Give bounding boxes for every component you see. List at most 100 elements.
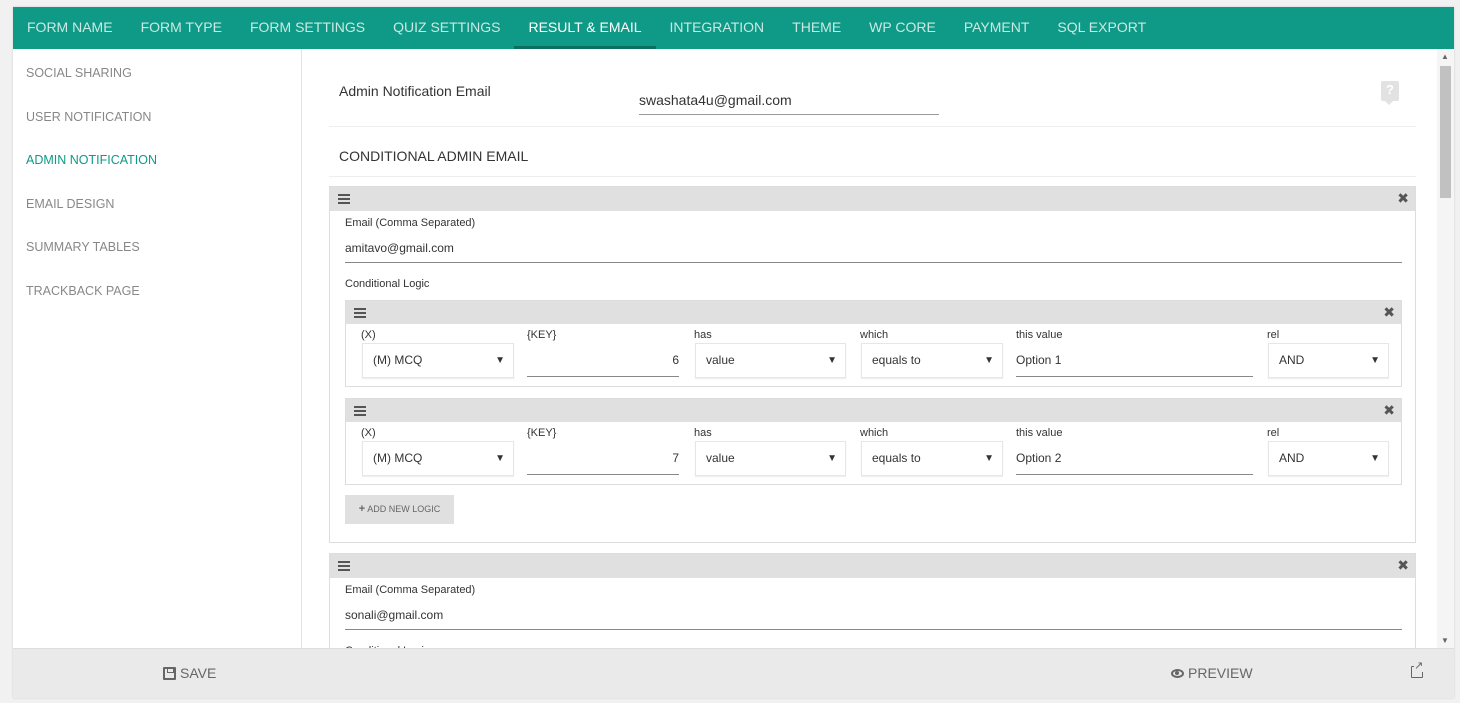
close-icon[interactable]: ✖ xyxy=(1397,190,1409,206)
has-select-value: value xyxy=(706,451,735,465)
rel-select-value: AND xyxy=(1279,353,1305,367)
admin-email-row: Admin Notification Email ? xyxy=(329,49,1416,127)
chevron-down-icon: ▼ xyxy=(827,355,837,366)
tab-payment[interactable]: PAYMENT xyxy=(950,7,1044,49)
tab-sql-export[interactable]: SQL EXPORT xyxy=(1043,7,1160,49)
rel-label: rel xyxy=(1267,427,1280,439)
chevron-down-icon: ▼ xyxy=(495,355,505,366)
sidebar-item-admin-notification[interactable]: ADMIN NOTIFICATION xyxy=(13,136,301,180)
scroll-down-icon[interactable]: ▼ xyxy=(1441,636,1449,645)
value-label: this value xyxy=(1016,427,1063,439)
admin-email-label: Admin Notification Email xyxy=(339,83,491,99)
help-icon[interactable]: ? xyxy=(1381,81,1399,105)
logic-row: ✖ (X) (M) MCQ ▼ {KEY} has value ▼ which eq… xyxy=(345,300,1402,387)
logic-header: ✖ xyxy=(346,301,1401,324)
logic-fields: (X) (M) MCQ ▼ {KEY} has value ▼ which equa… xyxy=(346,422,1403,484)
scrollbar-thumb[interactable] xyxy=(1440,66,1451,198)
has-select[interactable]: value ▼ xyxy=(695,441,846,476)
conditional-email-input[interactable] xyxy=(345,233,1402,263)
has-select-value: value xyxy=(706,353,735,367)
conditional-title: CONDITIONAL ADMIN EMAIL xyxy=(339,148,529,164)
conditional-email-input[interactable] xyxy=(345,600,1402,630)
scroll-up-icon[interactable]: ▲ xyxy=(1441,52,1449,61)
preview-button[interactable]: PREVIEW xyxy=(1171,665,1253,681)
close-icon[interactable]: ✖ xyxy=(1397,557,1409,573)
rel-select[interactable]: AND ▼ xyxy=(1268,441,1389,476)
external-link-icon[interactable] xyxy=(1411,661,1424,678)
scrollbar[interactable]: ▲ ▼ xyxy=(1437,49,1454,648)
has-select[interactable]: value ▼ xyxy=(695,343,846,378)
tab-form-name[interactable]: FORM NAME xyxy=(13,7,127,49)
footer-toolbar: SAVE PREVIEW xyxy=(13,648,1454,698)
which-select[interactable]: equals to ▼ xyxy=(861,343,1003,378)
drag-handle-icon[interactable] xyxy=(338,194,350,204)
tab-result-email[interactable]: RESULT & EMAIL xyxy=(514,7,656,49)
save-button[interactable]: SAVE xyxy=(163,665,216,681)
sidebar-item-email-design[interactable]: EMAIL DESIGN xyxy=(13,180,301,224)
drag-handle-icon[interactable] xyxy=(338,561,350,571)
tab-form-type[interactable]: FORM TYPE xyxy=(127,7,236,49)
admin-email-input[interactable] xyxy=(639,83,939,115)
x-select-value: (M) MCQ xyxy=(373,353,423,367)
sidebar-item-summary-tables[interactable]: SUMMARY TABLES xyxy=(13,223,301,267)
chevron-down-icon: ▼ xyxy=(1370,453,1380,464)
sidebar-item-trackback-page[interactable]: TRACKBACK PAGE xyxy=(13,267,301,311)
tab-quiz-settings[interactable]: QUIZ SETTINGS xyxy=(379,7,514,49)
preview-label: PREVIEW xyxy=(1188,665,1253,681)
x-select[interactable]: (M) MCQ ▼ xyxy=(362,441,514,476)
tab-form-settings[interactable]: FORM SETTINGS xyxy=(236,7,379,49)
which-label: which xyxy=(860,329,889,341)
app-window: FORM NAME FORM TYPE FORM SETTINGS QUIZ S… xyxy=(13,7,1454,698)
conditional-logic-label: Conditional Logic xyxy=(345,278,430,290)
conditional-email-block: ✖ Email (Comma Separated) Conditional Lo… xyxy=(329,186,1416,543)
add-new-logic-label: ADD NEW LOGIC xyxy=(367,504,441,514)
save-icon xyxy=(163,666,176,680)
key-input[interactable] xyxy=(527,343,679,377)
has-label: has xyxy=(694,329,712,341)
x-select-value: (M) MCQ xyxy=(373,451,423,465)
sidebar-item-user-notification[interactable]: USER NOTIFICATION xyxy=(13,93,301,137)
close-icon[interactable]: ✖ xyxy=(1383,304,1395,320)
which-select[interactable]: equals to ▼ xyxy=(861,441,1003,476)
email-field-label: Email (Comma Separated) xyxy=(345,217,476,229)
rel-select-value: AND xyxy=(1279,451,1305,465)
value-input[interactable] xyxy=(1016,441,1253,475)
eye-icon xyxy=(1171,668,1184,678)
email-field-label: Email (Comma Separated) xyxy=(345,584,476,596)
save-label: SAVE xyxy=(180,665,217,681)
rel-select[interactable]: AND ▼ xyxy=(1268,343,1389,378)
block-header: ✖ xyxy=(330,187,1415,211)
main-content: Admin Notification Email ? CONDITIONAL A… xyxy=(303,49,1437,648)
plus-icon: + xyxy=(358,503,366,515)
x-label: (X) xyxy=(361,427,376,439)
which-select-value: equals to xyxy=(872,451,921,465)
key-label: {KEY} xyxy=(527,427,557,439)
x-select[interactable]: (M) MCQ ▼ xyxy=(362,343,514,378)
has-label: has xyxy=(694,427,712,439)
logic-row: ✖ (X) (M) MCQ ▼ {KEY} has value ▼ which eq… xyxy=(345,398,1402,485)
tab-theme[interactable]: THEME xyxy=(778,7,855,49)
tab-integration[interactable]: INTEGRATION xyxy=(656,7,779,49)
tab-wp-core[interactable]: WP CORE xyxy=(855,7,950,49)
x-label: (X) xyxy=(361,329,376,341)
chevron-down-icon: ▼ xyxy=(1370,355,1380,366)
rel-label: rel xyxy=(1267,329,1280,341)
conditional-section-header: CONDITIONAL ADMIN EMAIL xyxy=(329,128,1416,177)
drag-handle-icon[interactable] xyxy=(354,406,366,416)
block-header: ✖ xyxy=(330,554,1415,578)
drag-handle-icon[interactable] xyxy=(354,308,366,318)
sidebar-item-social-sharing[interactable]: SOCIAL SHARING xyxy=(13,49,301,93)
sidebar: SOCIAL SHARING USER NOTIFICATION ADMIN N… xyxy=(13,49,302,648)
key-input[interactable] xyxy=(527,441,679,475)
which-label: which xyxy=(860,427,889,439)
value-input[interactable] xyxy=(1016,343,1253,377)
chevron-down-icon: ▼ xyxy=(827,453,837,464)
chevron-down-icon: ▼ xyxy=(984,355,994,366)
chevron-down-icon: ▼ xyxy=(495,453,505,464)
logic-header: ✖ xyxy=(346,399,1401,422)
value-label: this value xyxy=(1016,329,1063,341)
top-nav: FORM NAME FORM TYPE FORM SETTINGS QUIZ S… xyxy=(13,7,1454,49)
which-select-value: equals to xyxy=(872,353,921,367)
add-new-logic-button[interactable]: + ADD NEW LOGIC xyxy=(345,495,454,524)
close-icon[interactable]: ✖ xyxy=(1383,402,1395,418)
